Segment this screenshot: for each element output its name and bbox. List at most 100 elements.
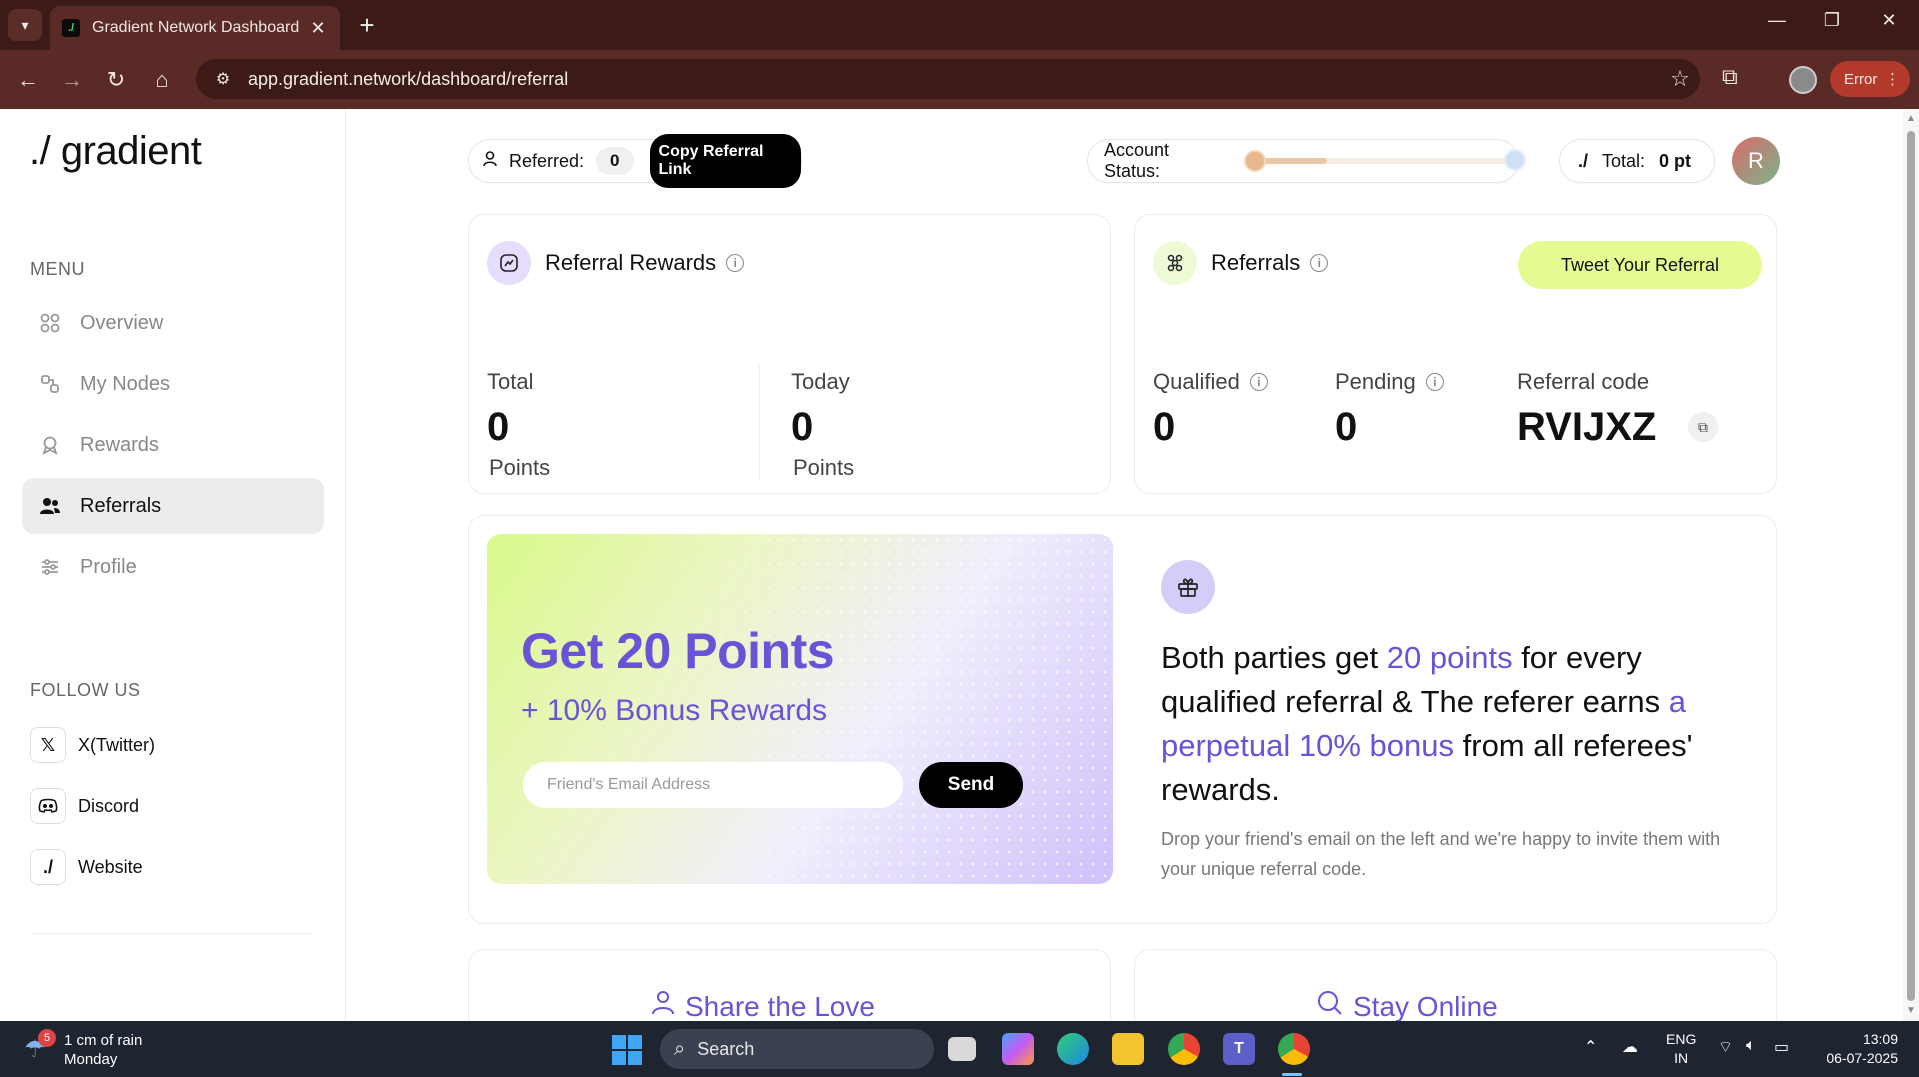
windows-logo-icon (612, 1035, 626, 1049)
info-icon[interactable]: i (1249, 373, 1268, 391)
url-text: app.gradient.network/dashboard/referral (248, 68, 569, 89)
total-label: Total: (1602, 150, 1646, 171)
referred-label: Referred: (509, 150, 585, 171)
account-status-pill: Account Status: (1087, 139, 1526, 183)
search-icon (1317, 990, 1343, 1021)
error-button[interactable]: Error ⋮ (1830, 61, 1910, 97)
restore-button[interactable]: ❐ (1812, 10, 1852, 31)
weather-line2: Monday (64, 1051, 118, 1068)
copilot-icon[interactable] (1002, 1033, 1034, 1065)
taskbar-search-label: Search (697, 1038, 755, 1059)
close-icon[interactable]: ✕ (308, 18, 328, 39)
users-icon (38, 494, 62, 518)
qualified-value: 0 (1153, 405, 1176, 449)
invite-card: Get 20 Points + 10% Bonus Rewards Send B… (468, 515, 1777, 924)
referred-pill: Referred: 0 Copy Referral Link (468, 134, 802, 188)
task-view-icon[interactable] (948, 1037, 976, 1061)
error-label: Error (1844, 70, 1878, 88)
follow-twitter-link[interactable]: 𝕏 X(Twitter) (30, 725, 155, 765)
referred-count: 0 (596, 147, 634, 175)
friend-email-input[interactable] (523, 762, 903, 808)
home-button[interactable]: ⌂ (146, 64, 178, 96)
sliders-icon (38, 555, 62, 579)
volume-icon[interactable]: 🔈︎ (1746, 1037, 1756, 1055)
bookmark-star-icon[interactable]: ☆ (1660, 66, 1700, 92)
battery-icon[interactable]: ▭ (1774, 1037, 1789, 1057)
scroll-up-icon[interactable]: ▲ (1906, 113, 1916, 124)
weather-line1: 1 cm of rain (64, 1032, 143, 1049)
card-title: Referrals (1211, 250, 1301, 275)
site-settings-icon[interactable]: ⚙ (208, 69, 238, 89)
teams-icon[interactable]: T (1223, 1033, 1255, 1065)
onedrive-icon[interactable]: ☁ (1622, 1037, 1638, 1057)
page-scrollbar[interactable]: ▲ ▼ (1903, 109, 1919, 1021)
chrome-profile-icon[interactable] (1278, 1033, 1310, 1065)
lang-line1: ENG (1666, 1031, 1697, 1047)
file-explorer-icon[interactable] (1112, 1033, 1144, 1065)
scroll-down-icon[interactable]: ▼ (1906, 1005, 1916, 1016)
search-icon: ⌕ (674, 1037, 686, 1060)
minimize-button[interactable]: — (1757, 10, 1797, 31)
info-icon[interactable]: i (1310, 254, 1329, 272)
award-icon (38, 433, 62, 457)
referral-rewards-card: Referral Rewards i Total 0 Points Today … (468, 214, 1111, 494)
copy-icon[interactable]: ⧉ (1688, 412, 1718, 442)
wifi-icon[interactable]: ⌔ (1718, 1037, 1733, 1057)
send-invite-button[interactable]: Send (919, 762, 1023, 808)
grid-icon (38, 311, 62, 335)
reload-button[interactable]: ↻ (100, 64, 132, 96)
share-the-love-text: Share the Love (685, 990, 875, 1022)
stay-online-card: Stay Online (1134, 949, 1777, 1021)
copy-referral-link-button[interactable]: Copy Referral Link (649, 134, 801, 188)
pending-value: 0 (1335, 405, 1358, 449)
profile-icon[interactable] (1789, 66, 1817, 94)
address-bar[interactable]: ⚙ app.gradient.network/dashboard/referra… (196, 59, 1700, 99)
tab-search-button[interactable]: ▾ (8, 9, 42, 41)
info-icon[interactable]: i (726, 254, 745, 272)
sidebar: ./ gradient MENU Overview My Nodes Rewar… (0, 109, 346, 1021)
gradient-icon: ./ (1578, 150, 1589, 171)
network-icon (1153, 241, 1197, 285)
sidebar-item-rewards[interactable]: Rewards (22, 417, 324, 473)
account-status-bar (1244, 149, 1526, 172)
gift-icon (1161, 560, 1215, 614)
browser-tab[interactable]: ./ Gradient Network Dashboard ✕ (50, 6, 340, 50)
info-icon[interactable]: i (1425, 373, 1444, 391)
start-button[interactable] (612, 1035, 642, 1065)
close-window-button[interactable]: ✕ (1869, 10, 1909, 31)
sidebar-item-overview[interactable]: Overview (22, 295, 324, 351)
follow-discord-link[interactable]: Discord (30, 786, 139, 826)
promo-subtitle: + 10% Bonus Rewards (521, 694, 828, 727)
new-tab-button[interactable]: + (352, 10, 382, 40)
taskbar-search[interactable]: ⌕ Search (660, 1029, 934, 1069)
follow-label: X(Twitter) (78, 734, 156, 755)
share-the-love-title: Share the Love (651, 990, 875, 1021)
avatar[interactable]: R (1732, 137, 1780, 185)
chrome-icon[interactable] (1168, 1033, 1200, 1065)
system-clock[interactable]: 13:09 06-07-2025 (1818, 1030, 1898, 1068)
total-points-unit: Points (489, 455, 551, 480)
share-the-love-card: Share the Love (468, 949, 1111, 1021)
extensions-icon[interactable]: ⧉ (1722, 64, 1738, 90)
edge-icon[interactable] (1057, 1033, 1089, 1065)
follow-website-link[interactable]: ./ Website (30, 847, 143, 887)
back-button[interactable]: ← (12, 64, 44, 96)
x-icon: 𝕏 (30, 727, 66, 763)
gradient-logo[interactable]: ./ gradient (29, 129, 202, 174)
weather-widget[interactable]: ☂ 5 1 cm of rain Monday (24, 1029, 143, 1069)
card-title: Referral Rewards (545, 250, 717, 275)
sidebar-item-my-nodes[interactable]: My Nodes (22, 356, 324, 412)
discord-icon (30, 788, 66, 824)
scroll-thumb[interactable] (1907, 131, 1915, 1001)
umbrella-icon: ☂ 5 (24, 1029, 56, 1065)
forward-button[interactable]: → (56, 64, 88, 96)
promo-text-part: Both parties get (1161, 640, 1387, 675)
sidebar-item-profile[interactable]: Profile (22, 539, 324, 595)
sidebar-item-referrals[interactable]: Referrals (22, 478, 324, 534)
tweet-referral-button[interactable]: Tweet Your Referral (1518, 241, 1762, 289)
language-indicator[interactable]: ENG IN (1666, 1030, 1696, 1068)
follow-us-label: FOLLOW US (30, 680, 141, 700)
stay-online-title: Stay Online (1317, 990, 1498, 1021)
sidebar-item-label: Referrals (80, 494, 162, 517)
chevron-up-icon[interactable]: ⌃ (1584, 1037, 1597, 1057)
